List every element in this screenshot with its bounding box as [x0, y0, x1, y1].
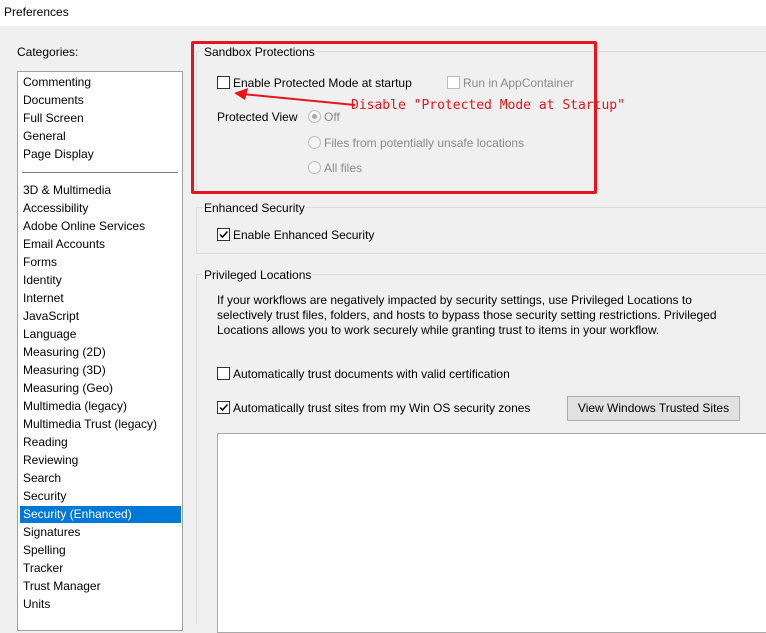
category-item[interactable]: Identity: [20, 272, 181, 289]
enhanced-security-checkbox[interactable]: [217, 228, 230, 241]
enhanced-security-label[interactable]: Enable Enhanced Security: [233, 228, 374, 242]
privileged-group-title: Privileged Locations: [203, 268, 313, 282]
category-item[interactable]: Internet: [20, 290, 181, 307]
category-item[interactable]: Units: [20, 596, 181, 613]
privileged-locations-list[interactable]: [217, 433, 766, 633]
category-item[interactable]: Tracker: [20, 560, 181, 577]
category-item[interactable]: Forms: [20, 254, 181, 271]
checkmark-icon: [219, 230, 229, 239]
category-item[interactable]: Trust Manager: [20, 578, 181, 595]
categories-label: Categories:: [17, 45, 79, 59]
trust-sites-checkbox[interactable]: [217, 401, 230, 414]
category-item[interactable]: Page Display: [20, 146, 181, 163]
category-item[interactable]: Measuring (Geo): [20, 380, 181, 397]
category-item[interactable]: Documents: [20, 92, 181, 109]
enhanced-group-border-bottom: [196, 253, 766, 254]
category-item[interactable]: Security: [20, 488, 181, 505]
enhanced-group-title: Enhanced Security: [203, 201, 306, 215]
trust-cert-checkbox[interactable]: [217, 367, 230, 380]
category-item[interactable]: Signatures: [20, 524, 181, 541]
categories-list[interactable]: Commenting Documents Full Screen General Pag…: [17, 71, 183, 631]
category-item[interactable]: Adobe Online Services: [20, 218, 181, 235]
category-item[interactable]: Multimedia Trust (legacy): [20, 416, 181, 433]
privileged-description: If your workflows are negatively impacte…: [217, 293, 717, 337]
title-bar: Preferences: [0, 0, 766, 26]
category-item[interactable]: JavaScript: [20, 308, 181, 325]
category-item[interactable]: 3D & Multimedia: [20, 182, 181, 199]
category-item[interactable]: Search: [20, 470, 181, 487]
privileged-group-border-left: [196, 274, 197, 624]
category-item[interactable]: Multimedia (legacy): [20, 398, 181, 415]
category-item[interactable]: Measuring (3D): [20, 362, 181, 379]
category-item[interactable]: Measuring (2D): [20, 344, 181, 361]
category-item[interactable]: Language: [20, 326, 181, 343]
category-item[interactable]: Reviewing: [20, 452, 181, 469]
category-item[interactable]: Spelling: [20, 542, 181, 559]
trust-cert-label[interactable]: Automatically trust documents with valid…: [233, 367, 510, 381]
category-item[interactable]: Commenting: [20, 74, 181, 91]
trust-sites-label[interactable]: Automatically trust sites from my Win OS…: [233, 401, 530, 415]
category-item[interactable]: Email Accounts: [20, 236, 181, 253]
checkmark-icon: [219, 403, 229, 412]
window-title: Preferences: [4, 5, 69, 19]
view-trusted-sites-button[interactable]: View Windows Trusted Sites: [567, 396, 740, 421]
highlight-box: [191, 41, 597, 194]
red-arrow-icon: [234, 88, 356, 106]
category-item[interactable]: Full Screen: [20, 110, 181, 127]
categories-separator: [22, 172, 178, 173]
annotation-text: Disable "Protected Mode at Startup": [351, 98, 625, 113]
category-item[interactable]: Accessibility: [20, 200, 181, 217]
category-item[interactable]: Reading: [20, 434, 181, 451]
category-item[interactable]: General: [20, 128, 181, 145]
category-item-selected[interactable]: Security (Enhanced): [20, 506, 181, 523]
enhanced-group-border-left: [196, 207, 197, 253]
